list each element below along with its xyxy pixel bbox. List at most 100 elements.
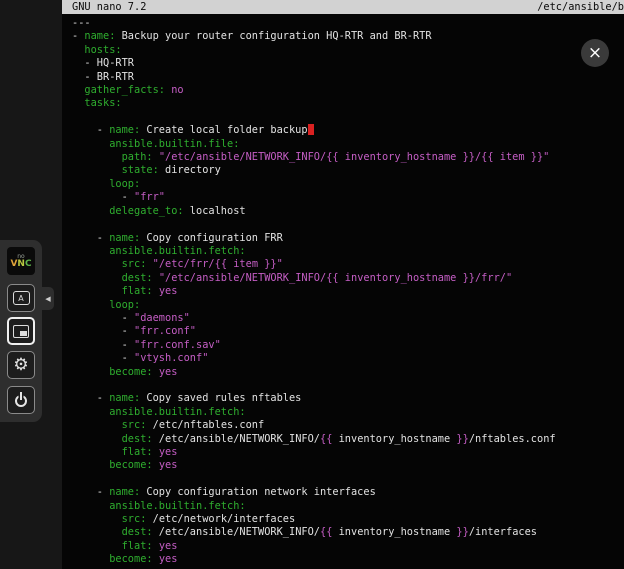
code-line: src: /etc/network/interfaces bbox=[72, 513, 624, 526]
code-token bbox=[72, 553, 109, 565]
code-token: /etc/ansible/NETWORK_INFO/ bbox=[153, 526, 320, 538]
code-token bbox=[72, 500, 109, 512]
code-line: - "daemons" bbox=[72, 312, 624, 325]
code-token: loop: bbox=[109, 299, 140, 311]
code-line: tasks: bbox=[72, 97, 624, 110]
close-button[interactable]: × bbox=[581, 39, 609, 67]
code-line: path: "/etc/ansible/NETWORK_INFO/{{ inve… bbox=[72, 151, 624, 164]
fullscreen-button[interactable] bbox=[7, 317, 35, 345]
code-token bbox=[72, 419, 122, 431]
code-token: become: bbox=[109, 553, 152, 565]
code-area[interactable]: ---- name: Backup your router configurat… bbox=[62, 14, 624, 567]
code-token: loop: bbox=[109, 178, 140, 190]
code-token: "/etc/ansible/NETWORK_INFO/{{ inventory_… bbox=[159, 272, 512, 284]
power-button[interactable] bbox=[7, 386, 35, 414]
code-token: name: bbox=[109, 392, 140, 404]
code-line bbox=[72, 111, 624, 124]
code-token: - bbox=[72, 30, 84, 42]
code-line: - HQ-RTR bbox=[72, 57, 624, 70]
code-line: - name: Copy configuration network inter… bbox=[72, 486, 624, 499]
code-token: dest: bbox=[122, 272, 153, 284]
code-token: inventory_hostname bbox=[332, 433, 456, 445]
code-line: - name: Create local folder backup bbox=[72, 124, 624, 137]
control-bar-handle[interactable]: ◀ bbox=[42, 287, 54, 310]
settings-button[interactable]: ⚙ bbox=[7, 351, 35, 379]
code-line: become: yes bbox=[72, 366, 624, 379]
code-token: tasks: bbox=[84, 97, 121, 109]
code-line: delegate_to: localhost bbox=[72, 205, 624, 218]
code-token: - bbox=[72, 325, 134, 337]
code-token: ansible.builtin.fetch: bbox=[109, 500, 245, 512]
code-token bbox=[72, 164, 122, 176]
chevron-left-icon: ◀ bbox=[45, 295, 50, 303]
code-line: hosts: bbox=[72, 44, 624, 57]
nano-titlebar: GNU nano 7.2 /etc/ansible/b bbox=[62, 0, 624, 14]
code-line: - name: Copy configuration FRR bbox=[72, 232, 624, 245]
fullscreen-icon bbox=[13, 325, 29, 338]
code-token: "/etc/frr/{{ item }}" bbox=[153, 258, 283, 270]
code-line: ansible.builtin.fetch: bbox=[72, 500, 624, 513]
code-token: src: bbox=[122, 419, 147, 431]
code-line: become: yes bbox=[72, 459, 624, 472]
code-line: - name: Backup your router configuration… bbox=[72, 30, 624, 43]
code-token: inventory_hostname bbox=[332, 526, 456, 538]
code-token bbox=[72, 446, 122, 458]
code-token bbox=[72, 540, 122, 552]
code-token: /etc/ansible/NETWORK_INFO/ bbox=[153, 433, 320, 445]
code-token: - bbox=[72, 191, 134, 203]
code-token bbox=[72, 97, 84, 109]
code-line: - "frr.conf" bbox=[72, 325, 624, 338]
code-token bbox=[72, 433, 122, 445]
code-line bbox=[72, 379, 624, 392]
code-token: }} bbox=[456, 526, 468, 538]
code-token bbox=[72, 44, 84, 56]
code-token: Backup your router configuration HQ-RTR … bbox=[115, 30, 431, 42]
code-line: state: directory bbox=[72, 164, 624, 177]
code-line: --- bbox=[72, 17, 624, 30]
code-token: flat: bbox=[122, 285, 153, 297]
code-token: - bbox=[72, 232, 109, 244]
code-line: gather_facts: no bbox=[72, 84, 624, 97]
code-token: Copy configuration network interfaces bbox=[140, 486, 376, 498]
code-token: - BR-RTR bbox=[72, 71, 134, 83]
code-line: flat: yes bbox=[72, 446, 624, 459]
code-token: "frr.conf.sav" bbox=[134, 339, 221, 351]
code-token: /etc/nftables.conf bbox=[146, 419, 264, 431]
code-token: - bbox=[72, 339, 134, 351]
code-token: yes bbox=[159, 459, 178, 471]
code-token: yes bbox=[159, 446, 178, 458]
code-token: - bbox=[72, 392, 109, 404]
code-token: ansible.builtin.file: bbox=[109, 138, 239, 150]
code-token: - bbox=[72, 486, 109, 498]
code-token bbox=[72, 245, 109, 257]
code-token bbox=[72, 205, 109, 217]
code-token: - bbox=[72, 352, 134, 364]
code-token: src: bbox=[122, 513, 147, 525]
code-token: name: bbox=[109, 232, 140, 244]
code-line: flat: yes bbox=[72, 285, 624, 298]
code-line: dest: /etc/ansible/NETWORK_INFO/{{ inven… bbox=[72, 433, 624, 446]
code-token bbox=[72, 366, 109, 378]
code-line: loop: bbox=[72, 178, 624, 191]
code-token bbox=[72, 526, 122, 538]
code-line: loop: bbox=[72, 299, 624, 312]
code-token: "frr" bbox=[134, 191, 165, 203]
code-token: dest: bbox=[122, 526, 153, 538]
keyboard-button[interactable]: A bbox=[7, 284, 35, 312]
code-token bbox=[72, 513, 122, 525]
code-token: name: bbox=[109, 486, 140, 498]
code-token: yes bbox=[159, 540, 178, 552]
code-line: become: yes bbox=[72, 553, 624, 566]
code-token: yes bbox=[159, 366, 178, 378]
code-line bbox=[72, 473, 624, 486]
code-token: Copy saved rules nftables bbox=[140, 392, 301, 404]
code-token bbox=[72, 272, 122, 284]
code-token: no bbox=[171, 84, 183, 96]
code-line: - name: Copy saved rules nftables bbox=[72, 392, 624, 405]
code-token: ansible.builtin.fetch: bbox=[109, 406, 245, 418]
code-token: - bbox=[72, 124, 109, 136]
code-token bbox=[72, 406, 109, 418]
code-line bbox=[72, 218, 624, 231]
code-token: path: bbox=[122, 151, 153, 163]
code-token bbox=[72, 138, 109, 150]
